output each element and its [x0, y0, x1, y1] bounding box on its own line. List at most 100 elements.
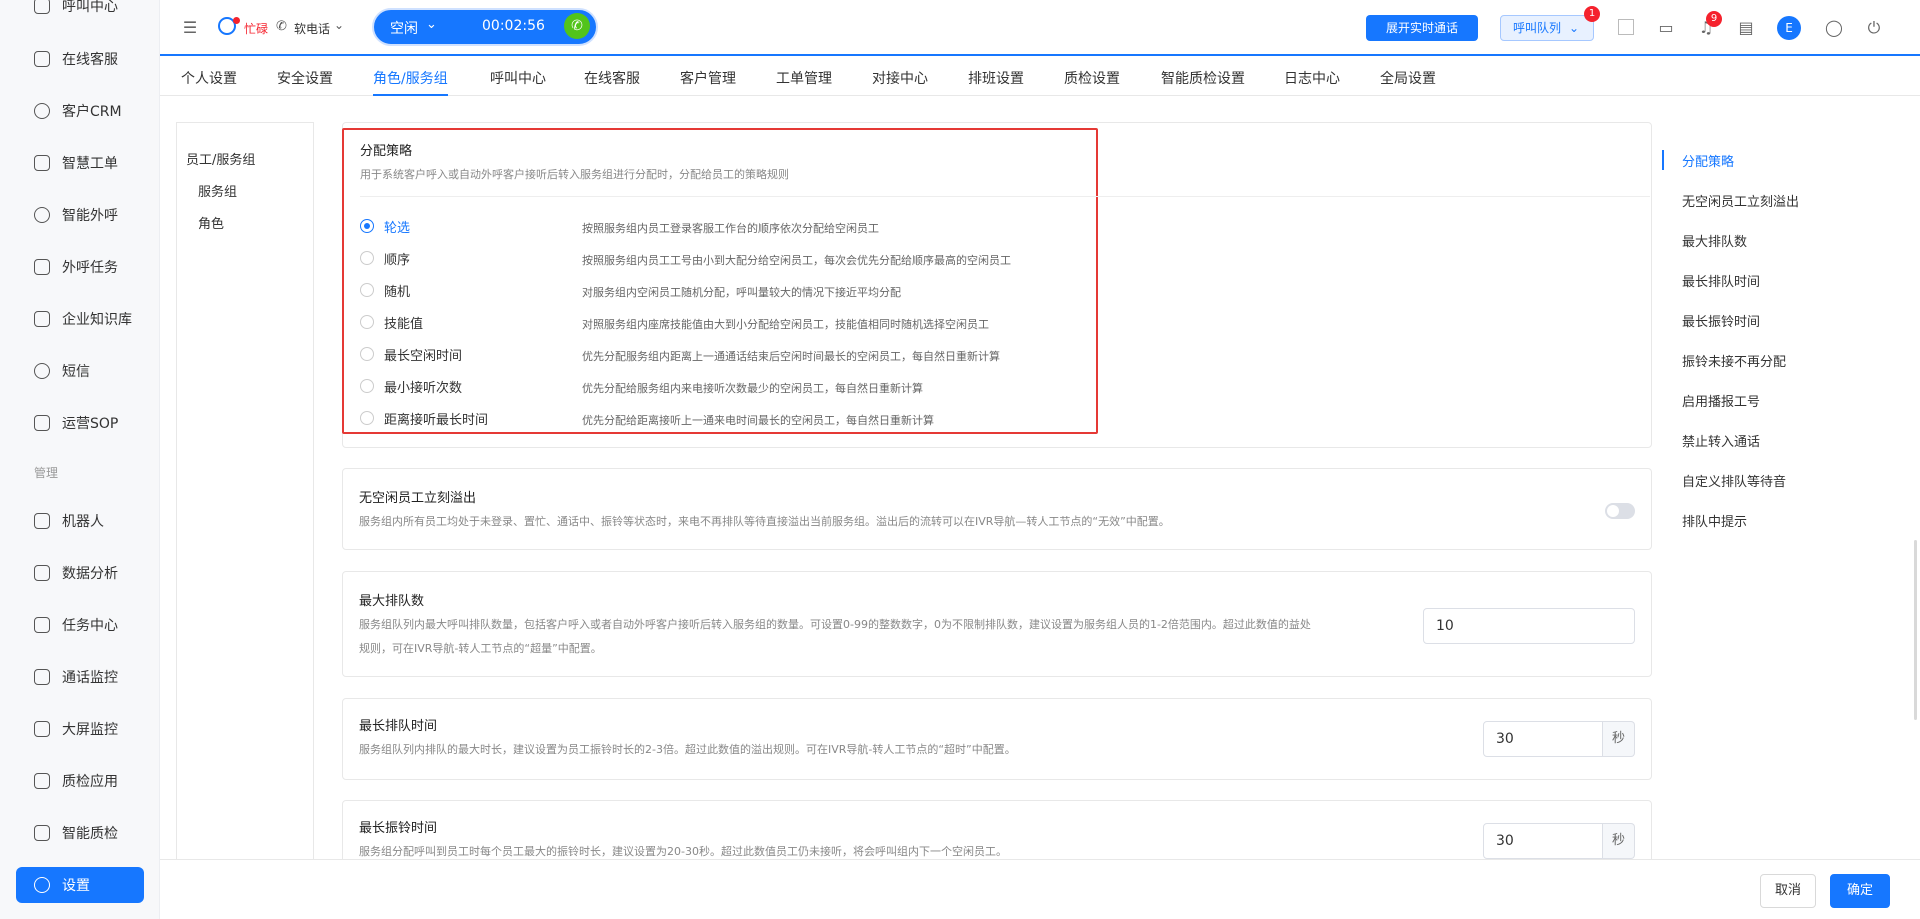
avatar[interactable]: E	[1777, 16, 1801, 40]
radio-longest-since-answer[interactable]: 距离接听最长时间	[360, 408, 488, 428]
monitor-icon	[34, 669, 50, 685]
top-header: ☰ 忙碌 ✆ 软电话 ⌄ 空闲 ⌄ 00:02:56 ✆ 展开实时通话 呼叫队列…	[160, 0, 1920, 56]
radio-sequential[interactable]: 顺序	[360, 248, 410, 268]
sidebar-item-smart-qa[interactable]: 智能质检	[16, 815, 144, 851]
sidebar-item-knowledge[interactable]: 企业知识库	[16, 301, 144, 337]
radio-desc: 优先分配服务组内距离上一通通话结束后空闲时间最长的空闲员工，每自然日重新计算	[582, 350, 1000, 363]
sidebar-item-qa-app[interactable]: 质检应用	[16, 763, 144, 799]
book-icon[interactable]: ▭	[1656, 18, 1676, 38]
tab-scheduling[interactable]: 排班设置	[968, 68, 1024, 96]
cancel-button[interactable]: 取消	[1760, 874, 1816, 908]
anchor-overflow[interactable]: 无空闲员工立刻溢出	[1682, 191, 1799, 210]
sidebar-item-call-center[interactable]: 呼叫中心	[16, 0, 144, 24]
chevron-down-icon: ⌄	[1569, 21, 1580, 35]
anchor-max-ring[interactable]: 最长振铃时间	[1682, 311, 1760, 330]
radio-desc: 对服务组内空闲员工随机分配，呼叫量较大的情况下接近平均分配	[582, 286, 901, 299]
sidebar-item-task-center[interactable]: 任务中心	[16, 607, 144, 643]
overflow-toggle[interactable]	[1605, 503, 1635, 519]
tree-item-service-group[interactable]: 服务组	[198, 181, 237, 200]
sidebar-item-outbound-tasks[interactable]: 外呼任务	[16, 249, 144, 285]
max-wait-input[interactable]: 30	[1483, 721, 1603, 757]
tab-call-center[interactable]: 呼叫中心	[490, 68, 546, 96]
call-out-icon	[34, 207, 50, 223]
book-icon	[34, 311, 50, 327]
sidebar-item-sms[interactable]: 短信	[16, 353, 144, 389]
sidebar-item-crm[interactable]: 客户CRM	[16, 93, 144, 129]
queue-count-badge: 1	[1584, 6, 1600, 22]
chevron-down-icon[interactable]: ⌄	[426, 17, 437, 32]
anchor-block-transfer[interactable]: 禁止转入通话	[1682, 431, 1760, 450]
scrollbar[interactable]	[1914, 540, 1917, 720]
tab-ticket-management[interactable]: 工单管理	[776, 68, 832, 96]
anchor-custom-wait-tone[interactable]: 自定义排队等待音	[1682, 471, 1786, 490]
sidebar-item-sop[interactable]: 运营SOP	[16, 405, 144, 441]
radio-checked-icon[interactable]	[360, 219, 374, 233]
anchor-queue-prompt[interactable]: 排队中提示	[1682, 511, 1747, 530]
inspect-icon	[34, 773, 50, 789]
tab-personal[interactable]: 个人设置	[181, 68, 237, 96]
anchor-strategy[interactable]: 分配策略	[1682, 151, 1734, 170]
radio-icon[interactable]	[360, 251, 374, 265]
tab-online-service[interactable]: 在线客服	[584, 68, 640, 96]
tab-customer-management[interactable]: 客户管理	[680, 68, 736, 96]
call-answer-icon[interactable]: ✆	[564, 13, 590, 39]
tab-security[interactable]: 安全设置	[277, 68, 333, 96]
radio-round-robin[interactable]: 轮选	[360, 216, 410, 236]
tree-item-role[interactable]: 角色	[198, 213, 224, 232]
call-queue-button[interactable]: 呼叫队列 ⌄	[1500, 15, 1594, 41]
user-icon	[34, 103, 50, 119]
menu-collapse-icon[interactable]: ☰	[180, 18, 200, 38]
sidebar-item-screen-monitor[interactable]: 大屏监控	[16, 711, 144, 747]
sidebar-item-robot[interactable]: 机器人	[16, 503, 144, 539]
anchor-announce-id[interactable]: 启用播报工号	[1682, 391, 1760, 410]
tab-smart-qa-settings[interactable]: 智能质检设置	[1161, 68, 1245, 96]
sidebar-item-label: 设置	[62, 878, 90, 894]
anchor-max-wait[interactable]: 最长排队时间	[1682, 271, 1760, 290]
tree-root[interactable]: 员工/服务组	[186, 149, 255, 168]
radio-icon[interactable]	[360, 283, 374, 297]
max-queue-title: 最大排队数	[359, 594, 425, 609]
sidebar-item-tickets[interactable]: 智慧工单	[16, 145, 144, 181]
radio-icon[interactable]	[360, 347, 374, 361]
sidebar-item-outbound[interactable]: 智能外呼	[16, 197, 144, 233]
tab-logs[interactable]: 日志中心	[1284, 68, 1340, 96]
idle-status-label[interactable]: 空闲	[390, 18, 418, 38]
radio-desc: 对照服务组内座席技能值由大到小分配给空闲员工，技能值相同时随机选择空闲员工	[582, 318, 989, 331]
sidebar-item-label: 企业知识库	[62, 312, 132, 328]
tab-roles-groups[interactable]: 角色/服务组	[373, 68, 448, 96]
radio-skill[interactable]: 技能值	[360, 312, 423, 332]
strategy-desc: 用于系统客户呼入或自动外呼客户接听后转入服务组进行分配时，分配给员工的策略规则	[360, 168, 789, 181]
power-icon[interactable]: ⏻	[1864, 18, 1884, 38]
radio-fewest-answered[interactable]: 最小接听次数	[360, 376, 462, 396]
max-ring-input[interactable]: 30	[1483, 823, 1603, 859]
tab-qa-settings[interactable]: 质检设置	[1064, 68, 1120, 96]
radio-icon[interactable]	[360, 411, 374, 425]
sidebar-item-settings[interactable]: 设置	[16, 867, 144, 903]
anchor-max-queue[interactable]: 最大排队数	[1682, 231, 1747, 250]
radio-random[interactable]: 随机	[360, 280, 410, 300]
sidebar-item-online-service[interactable]: 在线客服	[16, 41, 144, 77]
chevron-down-icon[interactable]: ⌄	[334, 18, 344, 32]
clipboard-icon[interactable]: ▤	[1736, 18, 1756, 38]
radio-icon[interactable]	[360, 379, 374, 393]
realtime-call-button[interactable]: 展开实时通话	[1366, 15, 1478, 41]
anchor-no-reassign[interactable]: 振铃未接不再分配	[1682, 351, 1786, 370]
max-queue-input[interactable]: 10	[1423, 608, 1635, 644]
tab-global[interactable]: 全局设置	[1380, 68, 1436, 96]
softphone-label[interactable]: 软电话	[294, 20, 330, 37]
agent-status-text[interactable]: 忙碌	[244, 20, 268, 37]
sidebar-item-label: 呼叫中心	[62, 0, 118, 15]
sidebar: 呼叫中心 在线客服 客户CRM 智慧工单 智能外呼 外呼任务 企业知识库 短信 …	[0, 0, 160, 919]
radio-icon[interactable]	[360, 315, 374, 329]
confirm-button[interactable]: 确定	[1830, 874, 1890, 908]
sidebar-item-call-monitor[interactable]: 通话监控	[16, 659, 144, 695]
sidebar-item-analytics[interactable]: 数据分析	[16, 555, 144, 591]
radio-label: 最小接听次数	[384, 380, 463, 396]
tab-integration[interactable]: 对接中心	[872, 68, 928, 96]
radio-longest-idle[interactable]: 最长空闲时间	[360, 344, 462, 364]
radio-desc: 按照服务组内员工工号由小到大配分给空闲员工，每次会优先分配给顺序最高的空闲员工	[582, 254, 1011, 267]
sidebar-item-label: 智能质检	[62, 826, 118, 842]
user-icon[interactable]: ◯	[1824, 18, 1844, 38]
checklist-icon	[34, 617, 50, 633]
call-timer: 00:02:56	[482, 18, 545, 34]
